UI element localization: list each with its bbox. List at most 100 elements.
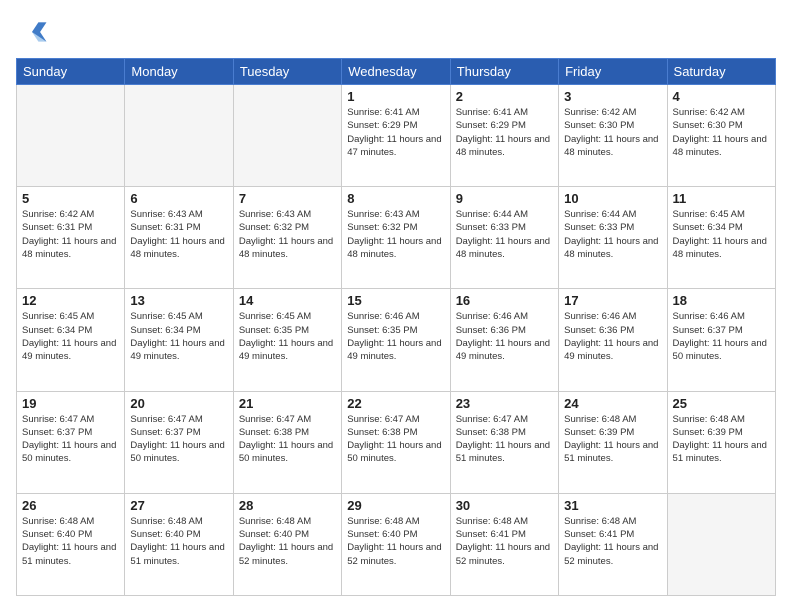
day-info: Sunrise: 6:48 AMSunset: 6:40 PMDaylight:… (347, 515, 444, 568)
calendar-cell (17, 85, 125, 187)
calendar-cell: 22Sunrise: 6:47 AMSunset: 6:38 PMDayligh… (342, 391, 450, 493)
day-info: Sunrise: 6:47 AMSunset: 6:38 PMDaylight:… (456, 413, 553, 466)
calendar-table: SundayMondayTuesdayWednesdayThursdayFrid… (16, 58, 776, 596)
week-row-4: 19Sunrise: 6:47 AMSunset: 6:37 PMDayligh… (17, 391, 776, 493)
calendar-cell: 12Sunrise: 6:45 AMSunset: 6:34 PMDayligh… (17, 289, 125, 391)
week-row-3: 12Sunrise: 6:45 AMSunset: 6:34 PMDayligh… (17, 289, 776, 391)
day-number: 10 (564, 191, 661, 206)
col-header-friday: Friday (559, 59, 667, 85)
calendar-cell: 3 Sunrise: 6:42 AMSunset: 6:30 PMDaylight… (559, 85, 667, 187)
week-row-1: 1 Sunrise: 6:41 AMSunset: 6:29 PMDaylight… (17, 85, 776, 187)
day-info: Sunrise: 6:43 AMSunset: 6:32 PMDaylight:… (347, 208, 444, 261)
day-info: Sunrise: 6:47 AMSunset: 6:37 PMDaylight:… (22, 413, 119, 466)
logo-icon (16, 16, 48, 48)
calendar-cell: 21 Sunrise: 6:47 AMSunset: 6:38 PMDayligh… (233, 391, 341, 493)
day-number: 25 (673, 396, 770, 411)
calendar-cell: 28 Sunrise: 6:48 AMSunset: 6:40 PMDayligh… (233, 493, 341, 595)
day-number: 1 (347, 89, 444, 104)
day-number: 26 (22, 498, 119, 513)
calendar-cell: 29 Sunrise: 6:48 AMSunset: 6:40 PMDayligh… (342, 493, 450, 595)
day-info: Sunrise: 6:41 AMSunset: 6:29 PMDaylight:… (456, 106, 553, 159)
day-number: 5 (22, 191, 119, 206)
day-info: Sunrise: 6:43 AMSunset: 6:31 PMDaylight:… (130, 208, 227, 261)
calendar-cell (667, 493, 775, 595)
col-header-saturday: Saturday (667, 59, 775, 85)
day-info: Sunrise: 6:46 AMSunset: 6:35 PMDaylight:… (347, 310, 444, 363)
day-info: Sunrise: 6:41 AMSunset: 6:29 PMDaylight:… (347, 106, 444, 159)
day-info: Sunrise: 6:44 AMSunset: 6:33 PMDaylight:… (564, 208, 661, 261)
calendar-cell: 8 Sunrise: 6:43 AMSunset: 6:32 PMDaylight… (342, 187, 450, 289)
day-number: 9 (456, 191, 553, 206)
day-info: Sunrise: 6:43 AMSunset: 6:32 PMDaylight:… (239, 208, 336, 261)
day-number: 6 (130, 191, 227, 206)
day-number: 23 (456, 396, 553, 411)
col-header-monday: Monday (125, 59, 233, 85)
calendar-cell: 2 Sunrise: 6:41 AMSunset: 6:29 PMDaylight… (450, 85, 558, 187)
day-info: Sunrise: 6:47 AMSunset: 6:37 PMDaylight:… (130, 413, 227, 466)
calendar-cell: 13 Sunrise: 6:45 AMSunset: 6:34 PMDayligh… (125, 289, 233, 391)
day-number: 4 (673, 89, 770, 104)
logo (16, 16, 52, 48)
day-number: 13 (130, 293, 227, 308)
calendar-cell: 11 Sunrise: 6:45 AMSunset: 6:34 PMDayligh… (667, 187, 775, 289)
day-info: Sunrise: 6:48 AMSunset: 6:41 PMDaylight:… (564, 515, 661, 568)
day-info: Sunrise: 6:45 AMSunset: 6:34 PMDaylight:… (22, 310, 119, 363)
calendar-cell: 31 Sunrise: 6:48 AMSunset: 6:41 PMDayligh… (559, 493, 667, 595)
day-number: 11 (673, 191, 770, 206)
day-info: Sunrise: 6:45 AMSunset: 6:35 PMDaylight:… (239, 310, 336, 363)
day-number: 18 (673, 293, 770, 308)
day-info: Sunrise: 6:48 AMSunset: 6:40 PMDaylight:… (130, 515, 227, 568)
day-info: Sunrise: 6:48 AMSunset: 6:40 PMDaylight:… (239, 515, 336, 568)
day-info: Sunrise: 6:48 AMSunset: 6:41 PMDaylight:… (456, 515, 553, 568)
day-info: Sunrise: 6:48 AMSunset: 6:39 PMDaylight:… (673, 413, 770, 466)
calendar-cell: 23 Sunrise: 6:47 AMSunset: 6:38 PMDayligh… (450, 391, 558, 493)
day-info: Sunrise: 6:42 AMSunset: 6:31 PMDaylight:… (22, 208, 119, 261)
day-info: Sunrise: 6:45 AMSunset: 6:34 PMDaylight:… (130, 310, 227, 363)
day-number: 31 (564, 498, 661, 513)
calendar-cell (233, 85, 341, 187)
calendar-cell: 19Sunrise: 6:47 AMSunset: 6:37 PMDayligh… (17, 391, 125, 493)
col-header-tuesday: Tuesday (233, 59, 341, 85)
day-number: 8 (347, 191, 444, 206)
day-info: Sunrise: 6:47 AMSunset: 6:38 PMDaylight:… (347, 413, 444, 466)
day-number: 20 (130, 396, 227, 411)
calendar-cell: 30 Sunrise: 6:48 AMSunset: 6:41 PMDayligh… (450, 493, 558, 595)
day-info: Sunrise: 6:48 AMSunset: 6:39 PMDaylight:… (564, 413, 661, 466)
calendar-header-row: SundayMondayTuesdayWednesdayThursdayFrid… (17, 59, 776, 85)
day-info: Sunrise: 6:46 AMSunset: 6:36 PMDaylight:… (564, 310, 661, 363)
day-number: 16 (456, 293, 553, 308)
day-number: 15 (347, 293, 444, 308)
day-number: 14 (239, 293, 336, 308)
week-row-2: 5 Sunrise: 6:42 AMSunset: 6:31 PMDaylight… (17, 187, 776, 289)
calendar-cell: 10 Sunrise: 6:44 AMSunset: 6:33 PMDayligh… (559, 187, 667, 289)
calendar-cell: 27 Sunrise: 6:48 AMSunset: 6:40 PMDayligh… (125, 493, 233, 595)
day-number: 7 (239, 191, 336, 206)
calendar-cell (125, 85, 233, 187)
day-number: 30 (456, 498, 553, 513)
week-row-5: 26 Sunrise: 6:48 AMSunset: 6:40 PMDayligh… (17, 493, 776, 595)
day-info: Sunrise: 6:47 AMSunset: 6:38 PMDaylight:… (239, 413, 336, 466)
day-number: 24 (564, 396, 661, 411)
day-info: Sunrise: 6:42 AMSunset: 6:30 PMDaylight:… (673, 106, 770, 159)
day-number: 17 (564, 293, 661, 308)
calendar-cell: 20 Sunrise: 6:47 AMSunset: 6:37 PMDayligh… (125, 391, 233, 493)
calendar-cell: 17 Sunrise: 6:46 AMSunset: 6:36 PMDayligh… (559, 289, 667, 391)
day-number: 27 (130, 498, 227, 513)
header (16, 16, 776, 48)
calendar-cell: 26 Sunrise: 6:48 AMSunset: 6:40 PMDayligh… (17, 493, 125, 595)
calendar-cell: 25 Sunrise: 6:48 AMSunset: 6:39 PMDayligh… (667, 391, 775, 493)
day-info: Sunrise: 6:46 AMSunset: 6:36 PMDaylight:… (456, 310, 553, 363)
day-number: 28 (239, 498, 336, 513)
col-header-wednesday: Wednesday (342, 59, 450, 85)
day-info: Sunrise: 6:44 AMSunset: 6:33 PMDaylight:… (456, 208, 553, 261)
day-info: Sunrise: 6:42 AMSunset: 6:30 PMDaylight:… (564, 106, 661, 159)
day-number: 29 (347, 498, 444, 513)
day-number: 21 (239, 396, 336, 411)
day-number: 3 (564, 89, 661, 104)
day-info: Sunrise: 6:45 AMSunset: 6:34 PMDaylight:… (673, 208, 770, 261)
calendar-cell: 9 Sunrise: 6:44 AMSunset: 6:33 PMDaylight… (450, 187, 558, 289)
day-info: Sunrise: 6:48 AMSunset: 6:40 PMDaylight:… (22, 515, 119, 568)
calendar-cell: 5 Sunrise: 6:42 AMSunset: 6:31 PMDaylight… (17, 187, 125, 289)
calendar-cell: 24 Sunrise: 6:48 AMSunset: 6:39 PMDayligh… (559, 391, 667, 493)
day-number: 2 (456, 89, 553, 104)
